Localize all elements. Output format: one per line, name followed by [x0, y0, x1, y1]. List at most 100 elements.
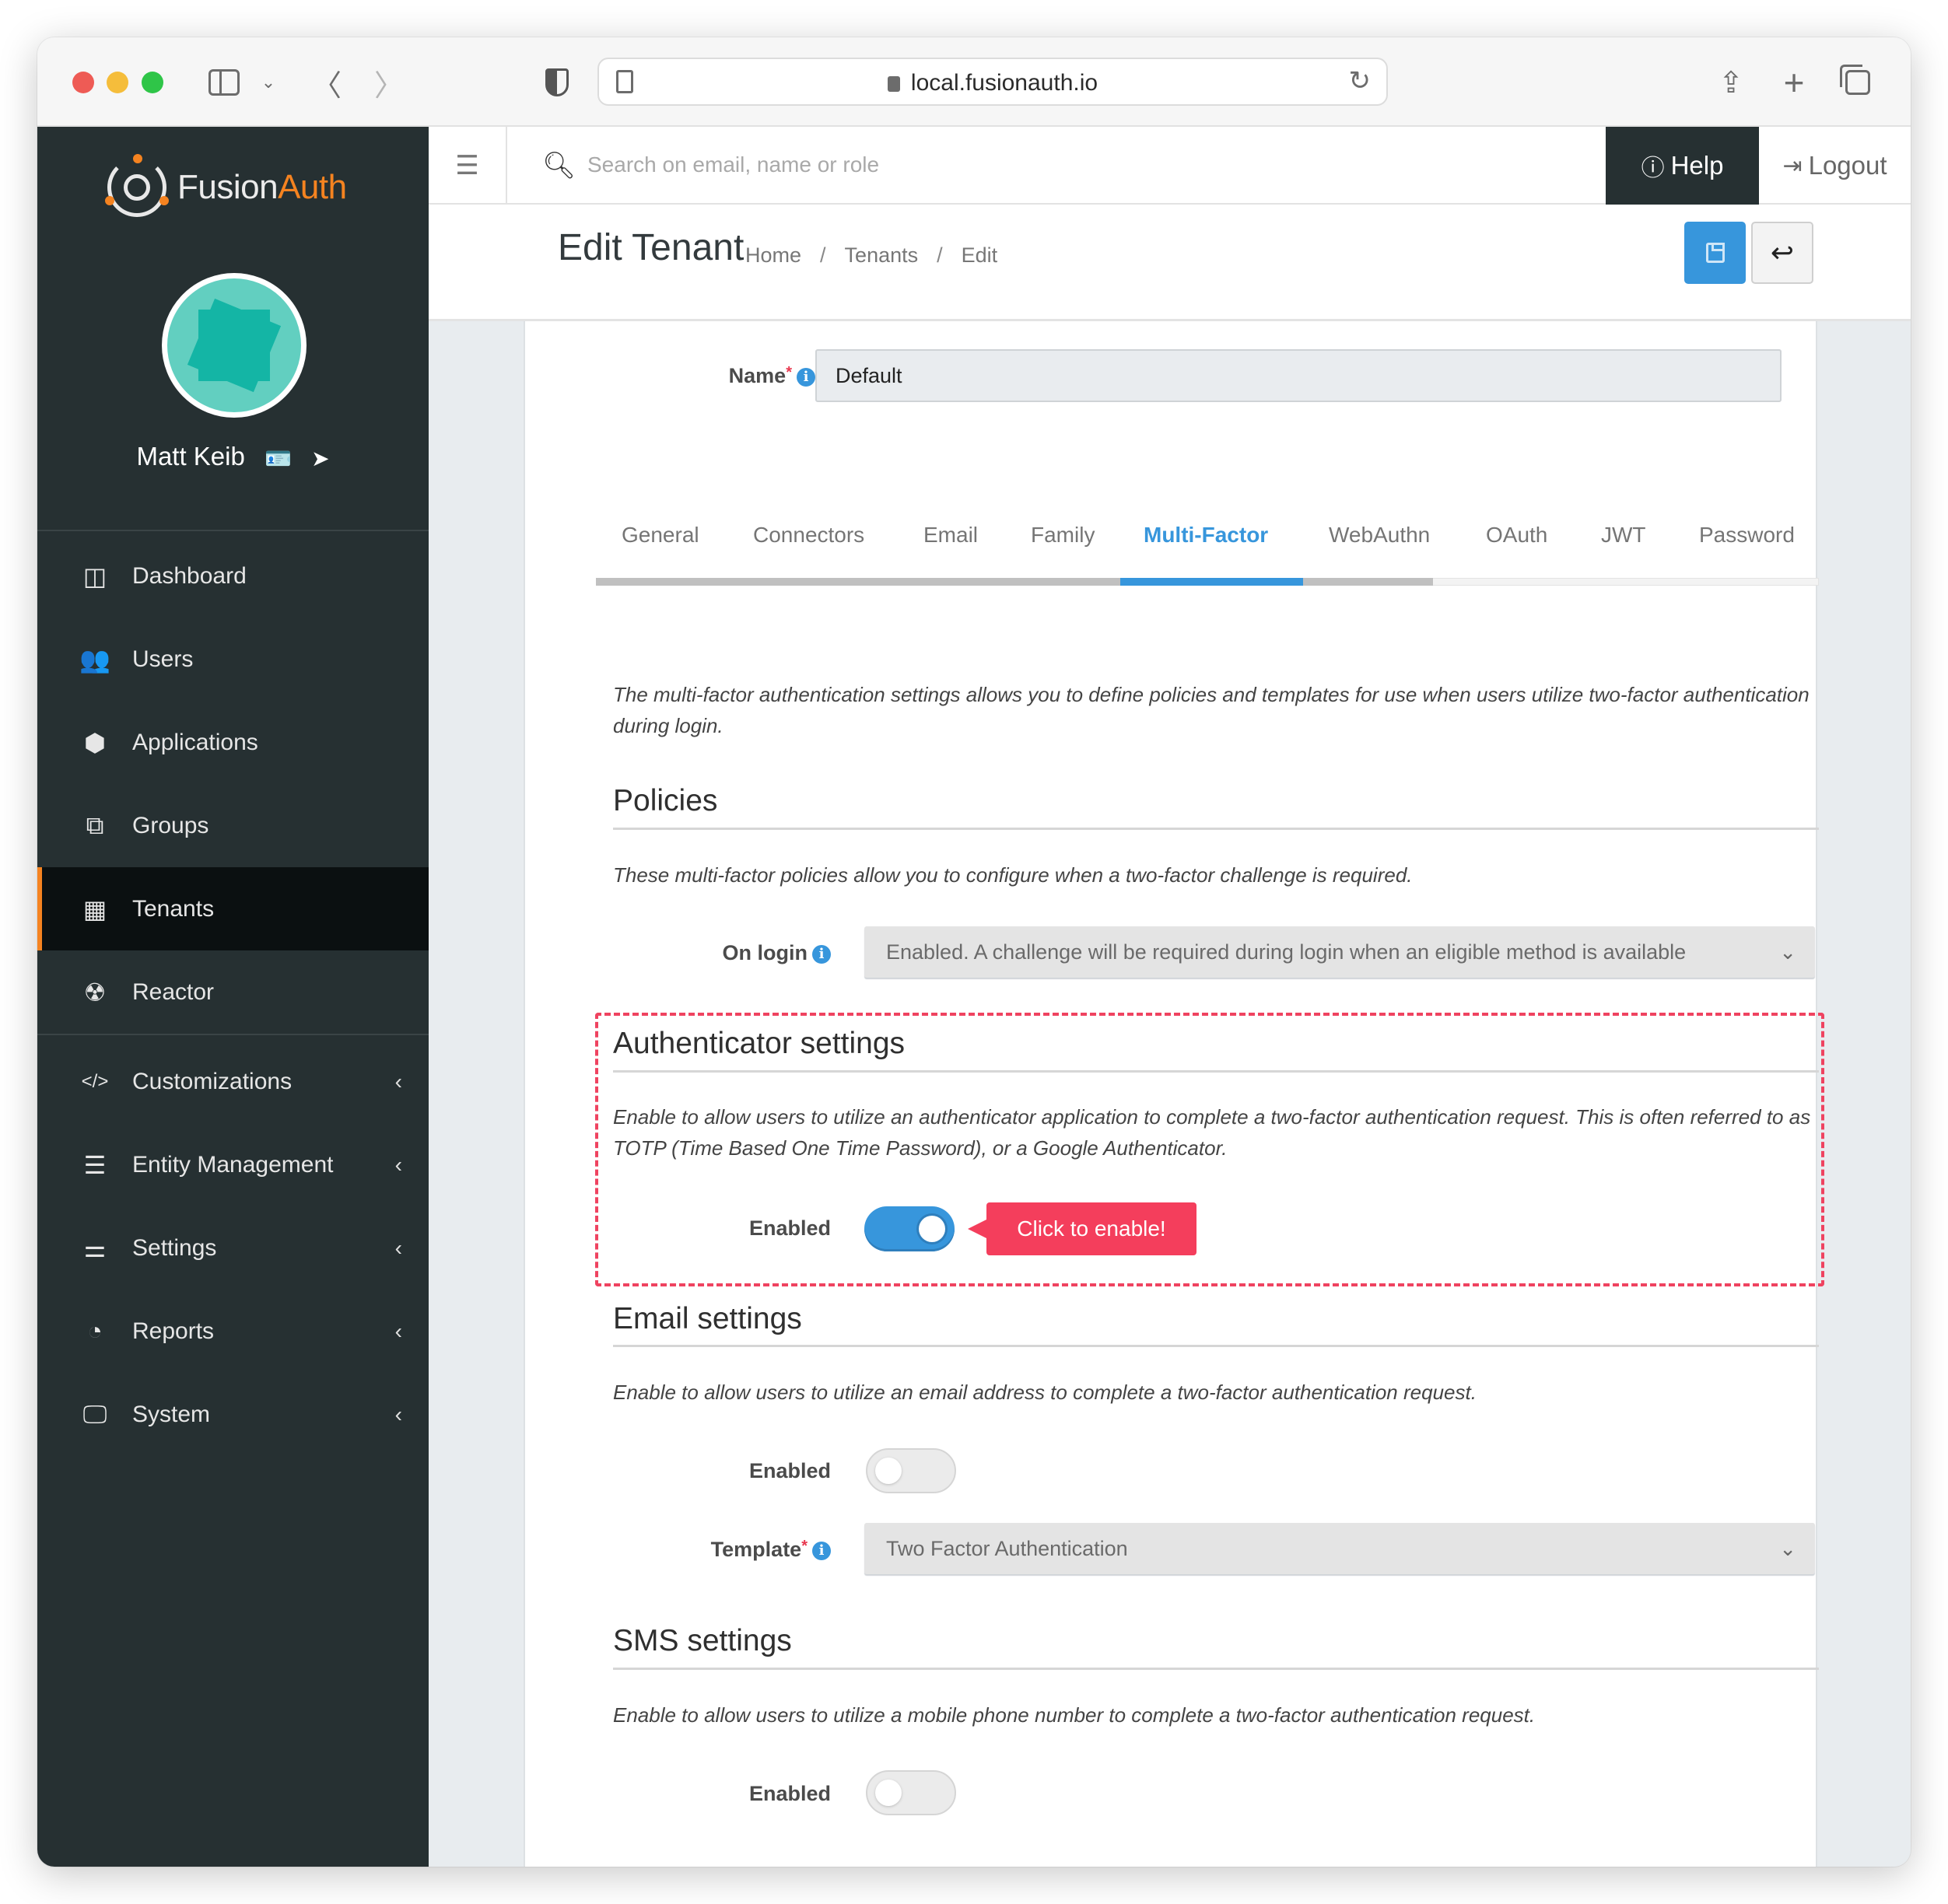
authenticator-enabled-toggle[interactable]	[864, 1206, 955, 1251]
groups-icon: ⧉	[86, 810, 104, 839]
tab-webauthn[interactable]: WebAuthn	[1329, 523, 1430, 548]
chevron-left-icon: ‹	[394, 1402, 402, 1426]
breadcrumb-tenants[interactable]: Tenants	[845, 243, 919, 268]
breadcrumb: Home / Tenants / Edit	[745, 243, 997, 268]
tab-connectors[interactable]: Connectors	[753, 523, 864, 548]
section-divider	[613, 1345, 1819, 1347]
sidebar-item-label: Applications	[132, 729, 258, 755]
reply-arrow-icon: ↩	[1770, 236, 1795, 268]
email-template-select[interactable]: Two Factor Authentication ⌄	[864, 1523, 1815, 1574]
name-label: Name* i	[629, 364, 815, 388]
dashboard-icon: ◫	[82, 562, 107, 590]
tab-oauth[interactable]: OAuth	[1486, 523, 1547, 548]
chevron-down-icon[interactable]: ⌄	[257, 64, 280, 101]
brand-name-accent: Auth	[278, 168, 347, 206]
sidebar-item-label: Settings	[132, 1234, 217, 1261]
tab-jwt[interactable]: JWT	[1601, 523, 1646, 548]
users-icon: 👥	[79, 645, 110, 674]
info-icon[interactable]: i	[797, 367, 815, 387]
logout-button[interactable]: ⇥ Logout	[1759, 127, 1911, 205]
breadcrumb-separator: /	[937, 243, 943, 267]
reload-icon[interactable]: ↻	[1349, 65, 1372, 96]
new-tab-icon[interactable]: +	[1777, 62, 1811, 103]
active-tab-indicator	[1120, 578, 1303, 586]
sidebar-divider	[37, 530, 429, 531]
email-enabled-toggle[interactable]	[866, 1448, 956, 1493]
menu-collapse-icon: ☰	[455, 151, 479, 180]
sidebar-item-tenants[interactable]: ▦ Tenants	[37, 867, 429, 950]
sms-enabled-toggle[interactable]	[866, 1770, 956, 1815]
breadcrumb-home[interactable]: Home	[745, 243, 801, 268]
save-icon	[1705, 243, 1725, 263]
sidebar-item-label: Reports	[132, 1318, 215, 1344]
top-bar: ☰ 🔍︎ ⓘHelp ⇥Logout	[429, 127, 1911, 205]
sidebar: FusionAuth Matt Keib 🪪 ➤ ◫ Dashboard 👥 User…	[37, 127, 429, 1867]
desktop-icon: 🖵	[82, 1399, 107, 1428]
sidebar-item-groups[interactable]: ⧉ Groups	[37, 784, 429, 867]
url-text: local.fusionauth.io	[910, 70, 1098, 96]
sidebar-item-label: Tenants	[132, 895, 215, 922]
close-window-button[interactable]	[72, 72, 94, 93]
tab-scrollbar-thumb[interactable]	[596, 578, 1433, 586]
on-login-label: On login i	[660, 941, 831, 965]
tab-multi-factor[interactable]: Multi-Factor	[1144, 523, 1268, 548]
maximize-window-button[interactable]	[142, 72, 163, 93]
sign-out-icon: ⇥	[1782, 152, 1803, 179]
name-input[interactable]: Default	[815, 349, 1782, 402]
policies-description: These multi-factor policies allow you to…	[613, 863, 1413, 887]
name-value: Default	[836, 363, 902, 387]
user-name[interactable]: Matt Keib	[136, 442, 244, 471]
on-login-select[interactable]: Enabled. A challenge will be required du…	[864, 926, 1815, 978]
help-button[interactable]: ⓘ Help	[1606, 127, 1759, 205]
tab-family[interactable]: Family	[1031, 523, 1095, 548]
tab-general[interactable]: General	[622, 523, 699, 548]
section-divider	[613, 1070, 1819, 1073]
info-icon[interactable]: i	[812, 944, 831, 964]
avatar[interactable]	[162, 273, 307, 418]
breadcrumb-edit: Edit	[961, 243, 998, 267]
forward-icon[interactable]: 〉	[373, 64, 405, 103]
sidebar-item-customizations[interactable]: </> Customizations ‹	[37, 1040, 429, 1123]
sidebar-item-reports[interactable]: ◔ Reports ‹	[37, 1290, 429, 1373]
policies-heading: Policies	[613, 784, 718, 817]
logout-label: Logout	[1808, 151, 1887, 180]
tab-password[interactable]: Password	[1699, 523, 1795, 548]
shield-icon[interactable]	[541, 64, 573, 101]
sliders-icon: ⚌	[83, 1234, 107, 1262]
template-label: Template* i	[644, 1538, 831, 1562]
fusionauth-logo[interactable]: FusionAuth	[105, 154, 347, 219]
sidebar-item-label: Groups	[132, 812, 209, 838]
id-card-icon[interactable]: 🪪	[265, 446, 292, 471]
authenticator-description: Enable to allow users to utilize an auth…	[613, 1105, 1811, 1160]
tenant-tabs: General Connectors Email Family Multi-Fa…	[596, 512, 1819, 590]
share-icon[interactable]: ⇪	[1714, 64, 1748, 101]
pie-chart-icon: ◔	[87, 1317, 103, 1345]
search-input[interactable]	[587, 145, 1132, 184]
collapse-menu-button[interactable]: ☰	[429, 127, 507, 205]
tab-overview-icon[interactable]	[1840, 64, 1875, 101]
minimize-window-button[interactable]	[107, 72, 128, 93]
save-button[interactable]	[1684, 222, 1746, 284]
sidebar-item-applications[interactable]: ⬢ Applications	[37, 701, 429, 784]
back-icon[interactable]: 〈	[311, 64, 342, 103]
question-circle-icon: ⓘ	[1641, 156, 1665, 181]
breadcrumb-separator: /	[820, 243, 826, 267]
sidebar-item-users[interactable]: 👥 Users	[37, 618, 429, 701]
back-button[interactable]: ↩	[1751, 222, 1813, 284]
sidebar-divider	[37, 1034, 429, 1035]
sidebar-item-dashboard[interactable]: ◫ Dashboard	[37, 534, 429, 618]
sidebar-item-system[interactable]: 🖵 System ‹	[37, 1373, 429, 1456]
sms-settings-heading: SMS settings	[613, 1624, 792, 1657]
sidebar-toggle-icon[interactable]	[207, 64, 241, 101]
sidebar-item-label: Customizations	[132, 1068, 293, 1094]
click-to-enable-callout: Click to enable!	[968, 1202, 1196, 1255]
sidebar-item-label: Entity Management	[132, 1151, 334, 1178]
sidebar-item-entity-management[interactable]: ☰ Entity Management ‹	[37, 1123, 429, 1206]
address-bar[interactable]: local.fusionauth.io ↻	[597, 58, 1388, 106]
info-icon[interactable]: i	[812, 1541, 831, 1560]
sidebar-item-reactor[interactable]: ☢ Reactor	[37, 950, 429, 1034]
sidebar-item-label: Reactor	[132, 978, 215, 1005]
sidebar-item-settings[interactable]: ⚌ Settings ‹	[37, 1206, 429, 1290]
location-arrow-icon[interactable]: ➤	[311, 446, 329, 471]
tab-email[interactable]: Email	[923, 523, 978, 548]
